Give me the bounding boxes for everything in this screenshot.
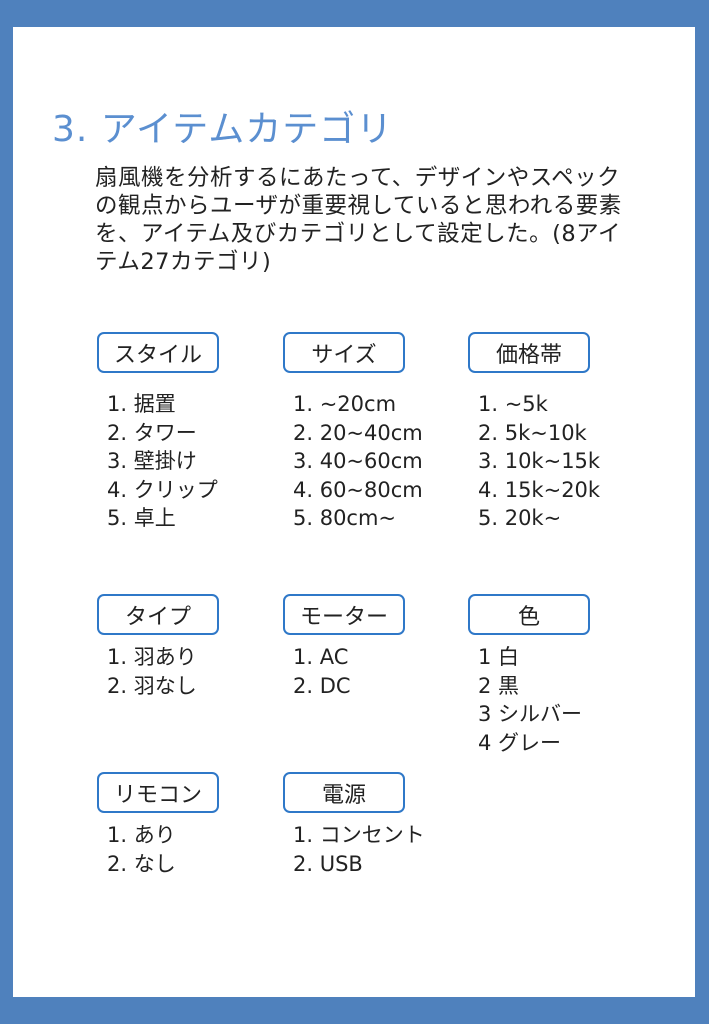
category-item: 2. 20~40cm [293,420,423,445]
category-label: モーター [283,594,405,635]
category-item: 3. 壁掛け [107,449,197,473]
category-item: 4. 60~80cm [293,477,423,502]
category-items: 1. AC 2. DC [283,643,468,700]
category-items: 1. 羽あり 2. 羽なし [97,643,282,700]
category-item: 1. 羽あり [107,645,197,669]
category-item: 5. 80cm~ [293,506,397,530]
category-item: 1 白 [478,645,520,669]
category-item: 2. なし [107,851,176,876]
category-item: 5. 20k~ [478,506,562,530]
category-group: スタイル 1. 据置 2. タワー 3. 壁掛け 4. クリップ 5. 卓上 [97,332,282,533]
category-group: 電源 1. コンセント 2. USB [283,772,468,878]
category-group: サイズ 1. ~20cm 2. 20~40cm 3. 40~60cm 4. 60~80c… [283,332,468,533]
category-label: 電源 [283,772,405,813]
category-item: 5. 卓上 [107,506,176,530]
category-items: 1 白 2 黒 3 シルバー 4 グレー [468,643,653,757]
category-item: 1. ~20cm [293,392,397,416]
category-label: スタイル [97,332,219,373]
category-group: 価格帯 1. ~5k 2. 5k~10k 3. 10k~15k 4. 15k~20k 5.… [468,332,653,533]
category-item: 1. AC [293,645,349,669]
category-label: サイズ [283,332,405,373]
category-item: 1. 据置 [107,392,176,416]
category-item: 4. 15k~20k [478,477,601,502]
category-item: 3. 40~60cm [293,449,423,473]
category-items: 1. ~20cm 2. 20~40cm 3. 40~60cm 4. 60~80cm 5.… [283,390,468,533]
category-items: 1. あり 2. なし [97,821,282,878]
category-items: 1. 据置 2. タワー 3. 壁掛け 4. クリップ 5. 卓上 [97,390,282,533]
category-item: 3. 10k~15k [478,449,601,473]
category-label: 色 [468,594,590,635]
page-title: 3. アイテムカテゴリ [52,109,394,150]
category-label: 価格帯 [468,332,590,373]
category-group: モーター 1. AC 2. DC [283,594,468,700]
category-item: 2. 羽なし [107,673,197,698]
category-item: 2 黒 [478,673,520,698]
category-item: 2. DC [293,673,351,698]
category-group: タイプ 1. 羽あり 2. 羽なし [97,594,282,700]
category-item: 1. ~5k [478,392,548,416]
category-item: 1. コンセント [293,823,425,847]
category-item: 2. USB [293,851,363,876]
category-item: 2. タワー [107,420,197,445]
category-item: 3 シルバー [478,702,583,726]
description: 扇風機を分析するにあたって、デザインやスペックの観点からユーザが重要視していると… [95,165,622,275]
category-label: リモコン [97,772,219,813]
category-item: 2. 5k~10k [478,420,587,445]
category-items: 1. コンセント 2. USB [283,821,468,878]
category-group: 色 1 白 2 黒 3 シルバー 4 グレー [468,594,653,757]
category-items: 1. ~5k 2. 5k~10k 3. 10k~15k 4. 15k~20k 5. 20… [468,390,653,533]
category-group: リモコン 1. あり 2. なし [97,772,282,878]
category-item: 1. あり [107,823,176,847]
category-label: タイプ [97,594,219,635]
category-item: 4. クリップ [107,477,218,502]
category-item: 4 グレー [478,730,562,755]
